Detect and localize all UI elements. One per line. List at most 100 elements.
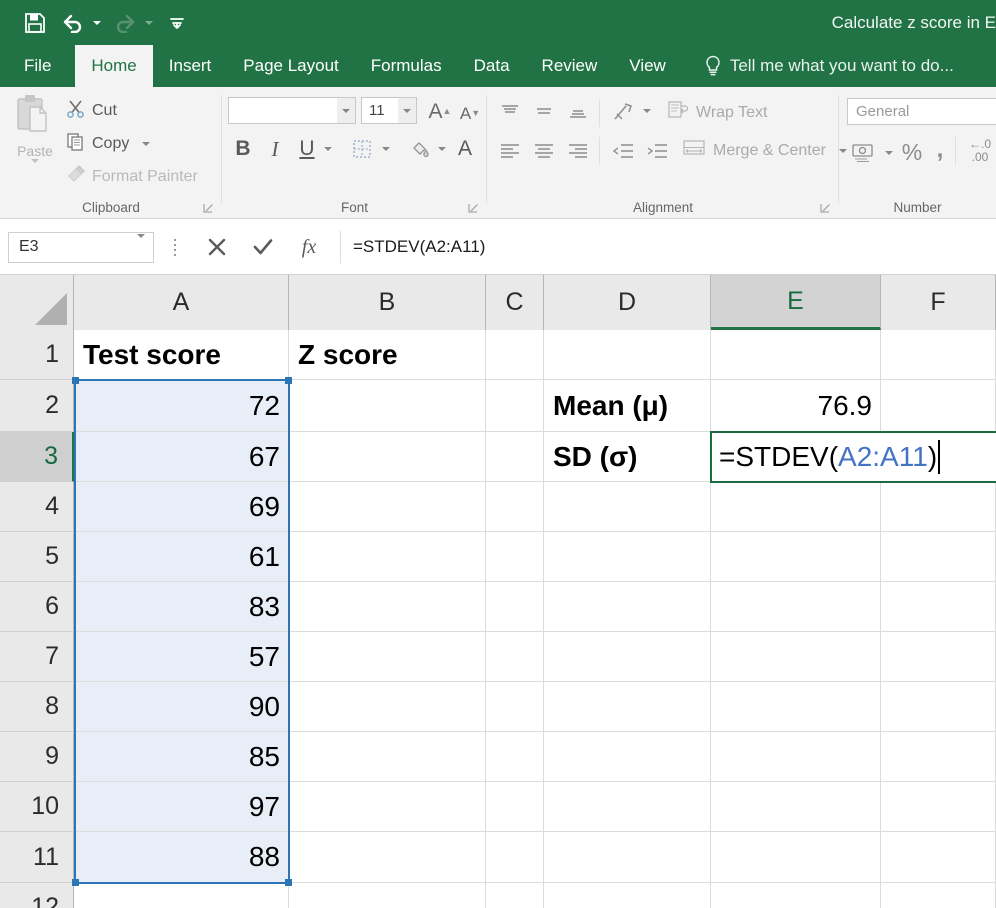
align-top-button[interactable] — [495, 99, 525, 125]
cell-D1[interactable] — [544, 330, 711, 380]
select-all-button[interactable] — [0, 275, 74, 330]
orientation-dropdown-icon[interactable] — [641, 105, 653, 117]
cell-F1[interactable] — [881, 330, 996, 380]
cell-F4[interactable] — [881, 482, 996, 532]
increase-font-size-button[interactable]: A ▲ — [426, 96, 454, 124]
row-header-2[interactable]: 2 — [0, 380, 74, 432]
row-header-7[interactable]: 7 — [0, 632, 74, 682]
cell-D10[interactable] — [544, 782, 711, 832]
cell-A7[interactable]: 57 — [74, 632, 289, 682]
cell-E9[interactable] — [711, 732, 881, 782]
copy-dropdown-icon[interactable] — [142, 142, 151, 146]
cell-A10[interactable]: 97 — [74, 782, 289, 832]
cell-A1[interactable]: Test score — [74, 330, 289, 380]
tab-file[interactable]: File — [0, 45, 75, 87]
cell-D4[interactable] — [544, 482, 711, 532]
cell-E1[interactable] — [711, 330, 881, 380]
align-left-button[interactable] — [495, 137, 525, 165]
cell-C3[interactable] — [486, 432, 544, 482]
comma-style-button[interactable]: , — [929, 135, 951, 165]
cell-F12[interactable] — [881, 883, 996, 908]
tab-page-layout[interactable]: Page Layout — [227, 45, 354, 87]
cell-D6[interactable] — [544, 582, 711, 632]
cell-E2[interactable]: 76.9 — [711, 380, 881, 432]
cell-C9[interactable] — [486, 732, 544, 782]
cell-A2[interactable]: 72 — [74, 380, 289, 432]
cell-C6[interactable] — [486, 582, 544, 632]
cell-C12[interactable] — [486, 883, 544, 908]
cell-E6[interactable] — [711, 582, 881, 632]
row-header-9[interactable]: 9 — [0, 732, 74, 782]
bold-button[interactable]: B — [230, 135, 256, 163]
name-box[interactable]: E3 — [8, 231, 154, 263]
cell-C4[interactable] — [486, 482, 544, 532]
enter-formula-button[interactable] — [240, 230, 286, 264]
cell-editor-E3[interactable]: =STDEV(A2:A11) — [710, 431, 996, 483]
cell-A5[interactable]: 61 — [74, 532, 289, 582]
fill-color-dropdown-icon[interactable] — [436, 143, 448, 155]
accounting-dropdown-icon[interactable] — [883, 147, 895, 159]
cell-B10[interactable] — [289, 782, 486, 832]
align-middle-button[interactable] — [529, 99, 559, 125]
row-header-10[interactable]: 10 — [0, 782, 74, 832]
font-color-button[interactable]: A — [452, 135, 478, 163]
row-header-4[interactable]: 4 — [0, 482, 74, 532]
cell-B6[interactable] — [289, 582, 486, 632]
cell-F8[interactable] — [881, 682, 996, 732]
cell-C2[interactable] — [486, 380, 544, 432]
font-size-combobox[interactable]: 11 — [361, 97, 417, 124]
align-right-button[interactable] — [563, 137, 593, 165]
cell-B4[interactable] — [289, 482, 486, 532]
increase-indent-button[interactable] — [641, 137, 673, 165]
cell-B7[interactable] — [289, 632, 486, 682]
tab-formulas[interactable]: Formulas — [355, 45, 458, 87]
cell-F7[interactable] — [881, 632, 996, 682]
cell-E8[interactable] — [711, 682, 881, 732]
cell-A4[interactable]: 69 — [74, 482, 289, 532]
cut-button[interactable]: Cut — [66, 99, 117, 123]
cell-B3[interactable] — [289, 432, 486, 482]
tab-view[interactable]: View — [613, 45, 682, 87]
font-dialog-launcher[interactable] — [467, 201, 479, 213]
borders-dropdown-icon[interactable] — [380, 143, 392, 155]
column-header-c[interactable]: C — [486, 275, 544, 330]
row-header-12[interactable]: 12 — [0, 883, 74, 908]
cancel-formula-button[interactable] — [194, 230, 240, 264]
decrease-decimal-button[interactable]: ←.0 .00 — [963, 135, 996, 167]
cell-A11[interactable]: 88 — [74, 832, 289, 883]
cell-A6[interactable]: 83 — [74, 582, 289, 632]
cell-D5[interactable] — [544, 532, 711, 582]
cell-D12[interactable] — [544, 883, 711, 908]
column-header-e[interactable]: E — [711, 275, 881, 330]
cell-E7[interactable] — [711, 632, 881, 682]
font-size-dropdown-icon[interactable] — [398, 98, 416, 123]
cell-C11[interactable] — [486, 832, 544, 883]
cell-E11[interactable] — [711, 832, 881, 883]
cell-D8[interactable] — [544, 682, 711, 732]
borders-button[interactable] — [348, 135, 376, 163]
row-header-1[interactable]: 1 — [0, 330, 74, 380]
tell-me-box[interactable]: Tell me what you want to do... — [704, 45, 954, 87]
row-header-3[interactable]: 3 — [0, 432, 74, 482]
copy-button[interactable]: Copy — [66, 132, 151, 156]
merge-center-button[interactable]: Merge & Center — [682, 138, 847, 163]
cell-F5[interactable] — [881, 532, 996, 582]
wrap-text-button[interactable]: Wrap Text — [667, 100, 767, 125]
cell-B11[interactable] — [289, 832, 486, 883]
column-header-b[interactable]: B — [289, 275, 486, 330]
cell-A3[interactable]: 67 — [74, 432, 289, 482]
cell-C10[interactable] — [486, 782, 544, 832]
cell-F6[interactable] — [881, 582, 996, 632]
cell-A9[interactable]: 85 — [74, 732, 289, 782]
cell-F9[interactable] — [881, 732, 996, 782]
cell-D11[interactable] — [544, 832, 711, 883]
align-bottom-button[interactable] — [563, 99, 593, 125]
row-header-11[interactable]: 11 — [0, 832, 74, 883]
customize-qat-icon[interactable] — [160, 6, 194, 40]
cell-E12[interactable] — [711, 883, 881, 908]
cell-B9[interactable] — [289, 732, 486, 782]
cell-E5[interactable] — [711, 532, 881, 582]
row-header-8[interactable]: 8 — [0, 682, 74, 732]
cell-C8[interactable] — [486, 682, 544, 732]
cell-B12[interactable] — [289, 883, 486, 908]
